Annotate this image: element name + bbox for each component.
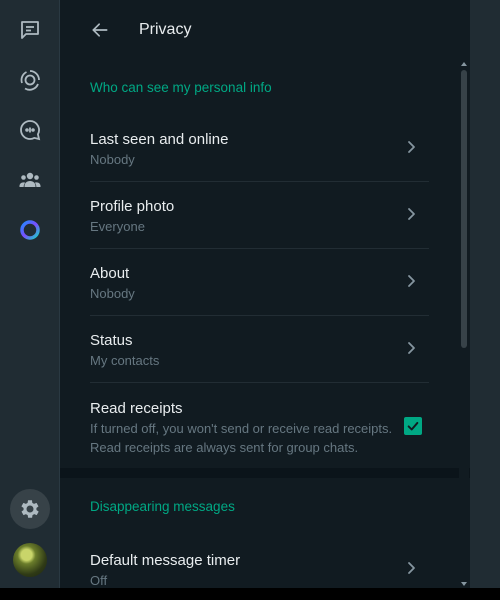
chevron-right-icon bbox=[403, 340, 419, 356]
channels-icon bbox=[20, 120, 41, 141]
scroll-down-icon[interactable] bbox=[461, 581, 467, 587]
disappearing-section: Disappearing messages Default message ti… bbox=[60, 478, 470, 588]
gear-icon bbox=[21, 500, 39, 518]
conversation-pane-edge bbox=[470, 0, 500, 588]
privacy-panel: Privacy Who can see my personal info Las… bbox=[60, 0, 470, 588]
meta-ai-button[interactable] bbox=[10, 210, 50, 250]
chevron-right-icon bbox=[403, 560, 419, 576]
item-label: About bbox=[90, 265, 130, 282]
status-item[interactable]: Status My contacts bbox=[90, 316, 429, 383]
section-title: Disappearing messages bbox=[90, 499, 235, 514]
item-value: My contacts bbox=[90, 353, 160, 368]
item-label: Profile photo bbox=[90, 198, 175, 215]
read-receipts-checkbox[interactable] bbox=[404, 417, 422, 435]
about-item[interactable]: About Nobody bbox=[90, 249, 429, 316]
section-divider bbox=[60, 468, 470, 478]
channels-button[interactable] bbox=[10, 110, 50, 150]
profile-photo-item[interactable]: Profile photo Everyone bbox=[90, 182, 429, 249]
chevron-right-icon bbox=[403, 206, 419, 222]
settings-button[interactable] bbox=[10, 489, 50, 529]
scroll-up-icon[interactable] bbox=[461, 61, 467, 67]
communities-icon bbox=[19, 172, 41, 187]
default-timer-item[interactable]: Default message timer Off bbox=[90, 536, 429, 588]
chats-icon bbox=[21, 21, 39, 39]
personal-info-section: Who can see my personal info Last seen a… bbox=[60, 60, 470, 468]
window-bottom-edge bbox=[0, 588, 500, 600]
read-receipts-item[interactable]: Read receipts If turned off, you won't s… bbox=[90, 383, 429, 468]
item-description: If turned off, you won't send or receive… bbox=[90, 419, 400, 457]
description-line: If turned off, you won't send or receive… bbox=[90, 421, 393, 436]
communities-button[interactable] bbox=[10, 160, 50, 200]
item-label: Read receipts bbox=[90, 400, 183, 417]
item-value: Nobody bbox=[90, 152, 135, 167]
item-value: Off bbox=[90, 573, 108, 588]
page-title: Privacy bbox=[139, 21, 192, 38]
status-button[interactable] bbox=[10, 60, 50, 100]
checkmark-icon bbox=[407, 421, 419, 431]
item-label: Status bbox=[90, 332, 133, 349]
item-label: Default message timer bbox=[90, 552, 241, 569]
chevron-right-icon bbox=[403, 139, 419, 155]
back-button[interactable] bbox=[86, 16, 114, 44]
avatar[interactable] bbox=[13, 543, 47, 577]
meta-ai-icon bbox=[20, 220, 40, 240]
chats-button[interactable] bbox=[10, 10, 50, 50]
scroll-thumb[interactable] bbox=[461, 70, 467, 348]
scrollbar[interactable] bbox=[459, 60, 469, 588]
item-value: Nobody bbox=[90, 286, 135, 301]
status-icon bbox=[20, 70, 40, 91]
section-title: Who can see my personal info bbox=[90, 80, 272, 95]
item-value: Everyone bbox=[90, 219, 145, 234]
item-label: Last seen and online bbox=[90, 131, 229, 148]
nav-rail bbox=[0, 0, 60, 588]
last-seen-item[interactable]: Last seen and online Nobody bbox=[90, 115, 429, 182]
panel-header: Privacy bbox=[60, 0, 470, 60]
chevron-right-icon bbox=[403, 273, 419, 289]
arrow-left-icon bbox=[92, 23, 108, 37]
description-line: Read receipts are always sent for group … bbox=[90, 440, 359, 455]
